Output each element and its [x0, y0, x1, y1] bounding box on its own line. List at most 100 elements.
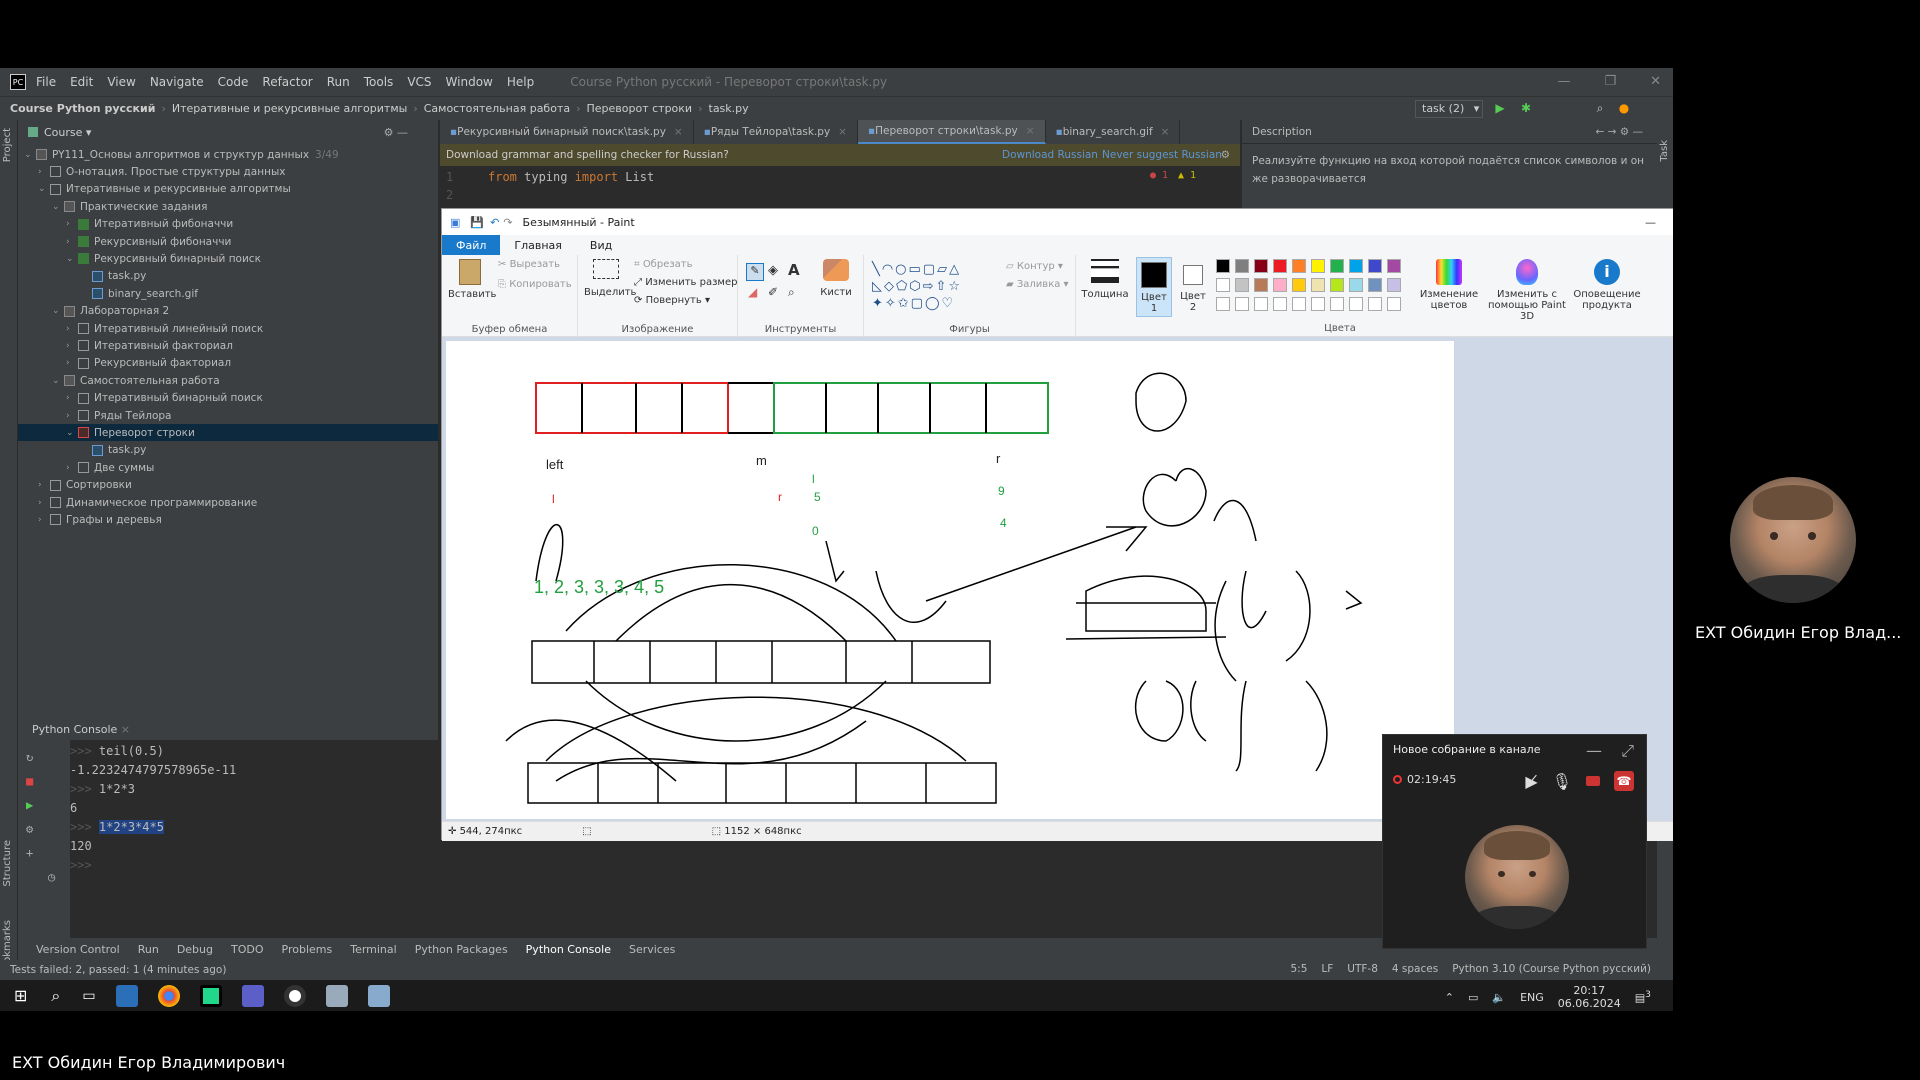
pencil-icon[interactable]: ✎	[746, 263, 764, 281]
palette-color[interactable]	[1273, 259, 1287, 273]
run-icon[interactable]: ▶	[1493, 101, 1507, 115]
menu-vcs[interactable]: VCS	[407, 75, 431, 89]
bottom-tab[interactable]: Terminal	[350, 943, 397, 956]
task-tool-label[interactable]: Task	[1659, 140, 1670, 162]
task-view-icon[interactable]: ▭	[82, 988, 95, 1004]
console-title[interactable]: Python Console	[32, 723, 117, 736]
palette-custom-slot[interactable]	[1330, 297, 1344, 311]
cut-button[interactable]: ✂ Вырезать	[498, 259, 560, 270]
breadcrumb-file[interactable]: task.py	[709, 102, 749, 115]
tree-item[interactable]: ⌄ Лабораторная 2	[18, 303, 438, 320]
run-config-select[interactable]: task (2) ▾	[1415, 100, 1483, 118]
chevron-down-icon[interactable]: ⌄	[52, 202, 64, 212]
tree-item[interactable]: task.py	[18, 442, 438, 459]
palette-color[interactable]	[1311, 278, 1325, 292]
panel-nav-icon[interactable]: ← → ⚙ —	[1595, 126, 1643, 138]
clock[interactable]: 20:17 06.06.2024	[1558, 984, 1621, 1010]
error-count[interactable]: ● 1	[1150, 170, 1168, 181]
bottom-tab[interactable]: Python Console	[526, 943, 611, 956]
eraser-icon[interactable]: ◢	[748, 285, 757, 299]
edit-colors-button[interactable]: Изменение цветов	[1418, 259, 1480, 311]
chevron-right-icon[interactable]: ›	[66, 324, 78, 334]
tree-item[interactable]: ⌄ Итеративные и рекурсивные алгоритмы	[18, 181, 438, 198]
close-tab-icon[interactable]: ×	[674, 126, 683, 138]
menu-code[interactable]: Code	[218, 75, 249, 89]
menu-refactor[interactable]: Refactor	[262, 75, 312, 89]
network-icon[interactable]: ▭	[1468, 991, 1478, 1004]
fill-icon[interactable]: ◈	[768, 263, 778, 278]
banner-settings-icon[interactable]: ⚙	[1221, 149, 1230, 161]
size-button[interactable]: Толщина	[1080, 259, 1130, 300]
palette-color[interactable]	[1349, 259, 1363, 273]
close-tab-icon[interactable]: ×	[1161, 126, 1170, 138]
tree-item[interactable]: › Динамическое программирование	[18, 494, 438, 511]
breadcrumb-subsection[interactable]: Самостоятельная работа	[424, 102, 570, 115]
breadcrumb-section[interactable]: Итеративные и рекурсивные алгоритмы	[172, 102, 407, 115]
share-icon[interactable]	[1586, 776, 1600, 786]
menu-help[interactable]: Help	[507, 75, 534, 89]
bottom-tab[interactable]: Run	[138, 943, 159, 956]
palette-color[interactable]	[1349, 278, 1363, 292]
panel-settings-icon[interactable]: ⚙ —	[384, 126, 408, 139]
palette-color[interactable]	[1330, 259, 1344, 273]
restore-icon[interactable]: ❐	[1604, 74, 1616, 89]
search-icon[interactable]: ⌕	[1593, 101, 1607, 115]
palette-color[interactable]	[1216, 259, 1230, 273]
tab-view[interactable]: Вид	[576, 235, 626, 255]
app-icon[interactable]	[115, 984, 138, 1007]
menu-edit[interactable]: Edit	[70, 75, 93, 89]
tree-item[interactable]: › Итеративный линейный поиск	[18, 320, 438, 337]
palette-color[interactable]	[1330, 278, 1344, 292]
fill-button[interactable]: ▰ Заливка ▾	[1006, 279, 1069, 290]
expand-icon[interactable]: ⤢	[1621, 741, 1634, 761]
chevron-right-icon[interactable]: ›	[66, 393, 78, 403]
file-encoding[interactable]: UTF-8	[1347, 963, 1378, 975]
tree-item[interactable]: ⌄ Переворот строки	[18, 424, 438, 442]
palette-color[interactable]	[1311, 259, 1325, 273]
chevron-down-icon[interactable]: ⌄	[66, 428, 78, 438]
palette-color[interactable]	[1254, 278, 1268, 292]
drawing-canvas[interactable]: left m r l r l 5 0 9 4 1, 2, 3, 3, 3, 4,…	[446, 341, 1454, 819]
chevron-down-icon[interactable]: ⌄	[52, 306, 64, 316]
breadcrumb-project[interactable]: Course Python русский	[10, 102, 155, 115]
tree-item[interactable]: › Итеративный фибоначчи	[18, 216, 438, 233]
paint-icon[interactable]	[325, 984, 348, 1007]
menu-run[interactable]: Run	[327, 75, 350, 89]
project-panel-title[interactable]: Course	[44, 126, 82, 139]
outline-button[interactable]: ▱ Контур ▾	[1006, 261, 1063, 272]
search-icon[interactable]: ⌕	[51, 986, 60, 1006]
tree-item[interactable]: ⌄ Практические задания	[18, 198, 438, 215]
update-icon[interactable]: ●	[1617, 101, 1631, 115]
mic-icon[interactable]: 🎙	[1552, 772, 1572, 791]
stop-icon[interactable]: ■	[26, 774, 33, 788]
debug-icon[interactable]: ✱	[1519, 101, 1533, 115]
chevron-right-icon[interactable]: ›	[66, 463, 78, 473]
menu-tools[interactable]: Tools	[364, 75, 394, 89]
editor-tab[interactable]: ▪ binary_search.gif ×	[1046, 120, 1181, 144]
chevron-right-icon[interactable]: ›	[66, 341, 78, 351]
menu-navigate[interactable]: Navigate	[150, 75, 204, 89]
editor-tab[interactable]: ▪ Ряды Тейлора\task.py ×	[694, 120, 858, 144]
palette-color[interactable]	[1368, 278, 1382, 292]
palette-custom-slot[interactable]	[1273, 297, 1287, 311]
chrome-icon[interactable]	[157, 984, 180, 1007]
notepad-icon[interactable]	[367, 984, 390, 1007]
palette-custom-slot[interactable]	[1216, 297, 1230, 311]
tree-item[interactable]: › Ряды Тейлора	[18, 407, 438, 424]
tree-item[interactable]: › Рекурсивный фибоначчи	[18, 233, 438, 250]
line-separator[interactable]: LF	[1321, 963, 1333, 975]
palette-custom-slot[interactable]	[1235, 297, 1249, 311]
chevron-right-icon[interactable]: ›	[38, 167, 50, 177]
bottom-tab[interactable]: Services	[629, 943, 675, 956]
notification-icon[interactable]: ▤3	[1635, 989, 1651, 1005]
color1-button[interactable]: Цвет 1	[1136, 257, 1172, 317]
teams-icon[interactable]	[241, 984, 264, 1007]
chevron-right-icon[interactable]: ›	[66, 358, 78, 368]
rotate-button[interactable]: ⟳ Повернуть ▾	[634, 295, 710, 306]
close-tab-icon[interactable]: ×	[838, 126, 847, 138]
palette-color[interactable]	[1254, 259, 1268, 273]
palette-custom-slot[interactable]	[1292, 297, 1306, 311]
chevron-right-icon[interactable]: ›	[66, 237, 78, 247]
palette-color[interactable]	[1387, 259, 1401, 273]
palette-custom-slot[interactable]	[1311, 297, 1325, 311]
